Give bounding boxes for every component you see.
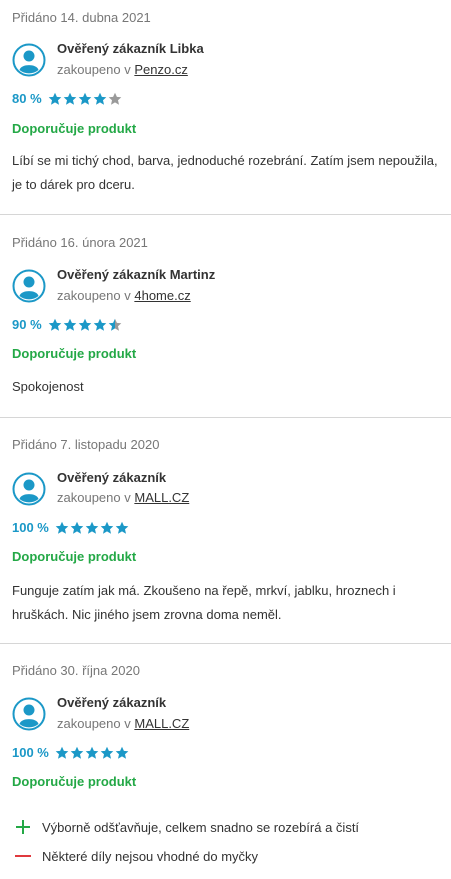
review-date: Přidáno 14. dubna 2021 bbox=[12, 10, 151, 25]
reviewer-name: Ověřený zákazník bbox=[57, 695, 167, 710]
review-text: Spokojenost bbox=[12, 379, 84, 394]
rating: 90 % bbox=[12, 317, 123, 332]
store-link[interactable]: MALL.CZ bbox=[134, 716, 189, 731]
star-icon bbox=[70, 746, 84, 759]
store-link[interactable]: Penzo.cz bbox=[134, 62, 187, 77]
rating-percent: 100 % bbox=[12, 520, 49, 535]
store-link[interactable]: 4home.cz bbox=[134, 288, 190, 303]
rating-percent: 90 % bbox=[12, 317, 42, 332]
pro-text: Výborně odšťavňuje, celkem snadno se roz… bbox=[42, 819, 360, 835]
rating: 100 % bbox=[12, 745, 130, 760]
star-icon bbox=[85, 746, 99, 759]
recommend-label: Doporučuje produkt bbox=[12, 346, 137, 361]
purchase-source: zakoupeno v Penzo.cz bbox=[57, 62, 188, 77]
purchase-prefix: zakoupeno v bbox=[57, 288, 131, 303]
plus-icon bbox=[16, 820, 30, 834]
star-icon bbox=[78, 318, 91, 331]
star-icon bbox=[55, 521, 69, 534]
review-date: Přidáno 30. října 2020 bbox=[12, 663, 140, 678]
star-icon bbox=[63, 92, 76, 105]
reviewer-name: Ověřený zákazník Libka bbox=[57, 41, 204, 56]
rating: 100 % bbox=[12, 520, 130, 535]
con-item: Některé díly nejsou vhodné do myčky bbox=[12, 848, 258, 864]
star-icon bbox=[55, 746, 69, 759]
star-icon bbox=[108, 318, 121, 331]
pro-item: Výborně odšťavňuje, celkem snadno se roz… bbox=[12, 819, 359, 835]
star-icon bbox=[108, 92, 121, 105]
recommend-label: Doporučuje produkt bbox=[12, 121, 137, 136]
user-avatar-icon bbox=[12, 43, 46, 77]
review-date: Přidáno 7. listopadu 2020 bbox=[12, 437, 160, 452]
star-icon bbox=[100, 521, 114, 534]
star-icon bbox=[48, 318, 61, 331]
rating-percent: 80 % bbox=[12, 91, 42, 106]
star-icon bbox=[100, 746, 114, 759]
review-card: Přidáno 30. října 2020 Ověřený zákazník … bbox=[0, 643, 451, 879]
review-text: Funguje zatím jak má. Zkoušeno na řepě, … bbox=[12, 583, 396, 622]
star-icon bbox=[115, 746, 129, 759]
recommend-label: Doporučuje produkt bbox=[12, 549, 137, 564]
user-avatar-icon bbox=[12, 269, 46, 303]
star-icon bbox=[48, 92, 61, 105]
review-text: Líbí se mi tichý chod, barva, jednoduché… bbox=[12, 153, 438, 192]
star-rating bbox=[55, 746, 130, 760]
star-rating bbox=[48, 318, 123, 332]
rating: 80 % bbox=[12, 91, 123, 106]
star-icon bbox=[78, 92, 91, 105]
star-icon bbox=[63, 318, 76, 331]
purchase-source: zakoupeno v MALL.CZ bbox=[57, 716, 189, 731]
store-link[interactable]: MALL.CZ bbox=[134, 490, 189, 505]
purchase-source: zakoupeno v MALL.CZ bbox=[57, 490, 189, 505]
star-rating bbox=[48, 92, 123, 106]
rating-percent: 100 % bbox=[12, 745, 49, 760]
minus-icon bbox=[15, 855, 31, 857]
review-card: Přidáno 16. února 2021 Ověřený zákazník … bbox=[0, 214, 451, 418]
purchase-prefix: zakoupeno v bbox=[57, 62, 131, 77]
review-card: Přidáno 14. dubna 2021 Ověřený zákazník … bbox=[0, 0, 451, 215]
purchase-prefix: zakoupeno v bbox=[57, 716, 131, 731]
review-card: Přidáno 7. listopadu 2020 Ověřený zákazn… bbox=[0, 417, 451, 644]
star-rating bbox=[55, 521, 130, 535]
user-avatar-icon bbox=[12, 697, 46, 731]
reviewer-name: Ověřený zákazník bbox=[57, 470, 167, 485]
con-text: Některé díly nejsou vhodné do myčky bbox=[42, 848, 259, 864]
star-icon bbox=[115, 521, 129, 534]
star-icon bbox=[70, 521, 84, 534]
purchase-prefix: zakoupeno v bbox=[57, 490, 131, 505]
star-icon bbox=[85, 521, 99, 534]
user-avatar-icon bbox=[12, 472, 46, 506]
reviewer-name: Ověřený zákazník Martinz bbox=[57, 267, 216, 282]
recommend-label: Doporučuje produkt bbox=[12, 774, 137, 789]
star-icon bbox=[93, 92, 106, 105]
star-icon bbox=[93, 318, 106, 331]
purchase-source: zakoupeno v 4home.cz bbox=[57, 288, 191, 303]
review-date: Přidáno 16. února 2021 bbox=[12, 235, 148, 250]
